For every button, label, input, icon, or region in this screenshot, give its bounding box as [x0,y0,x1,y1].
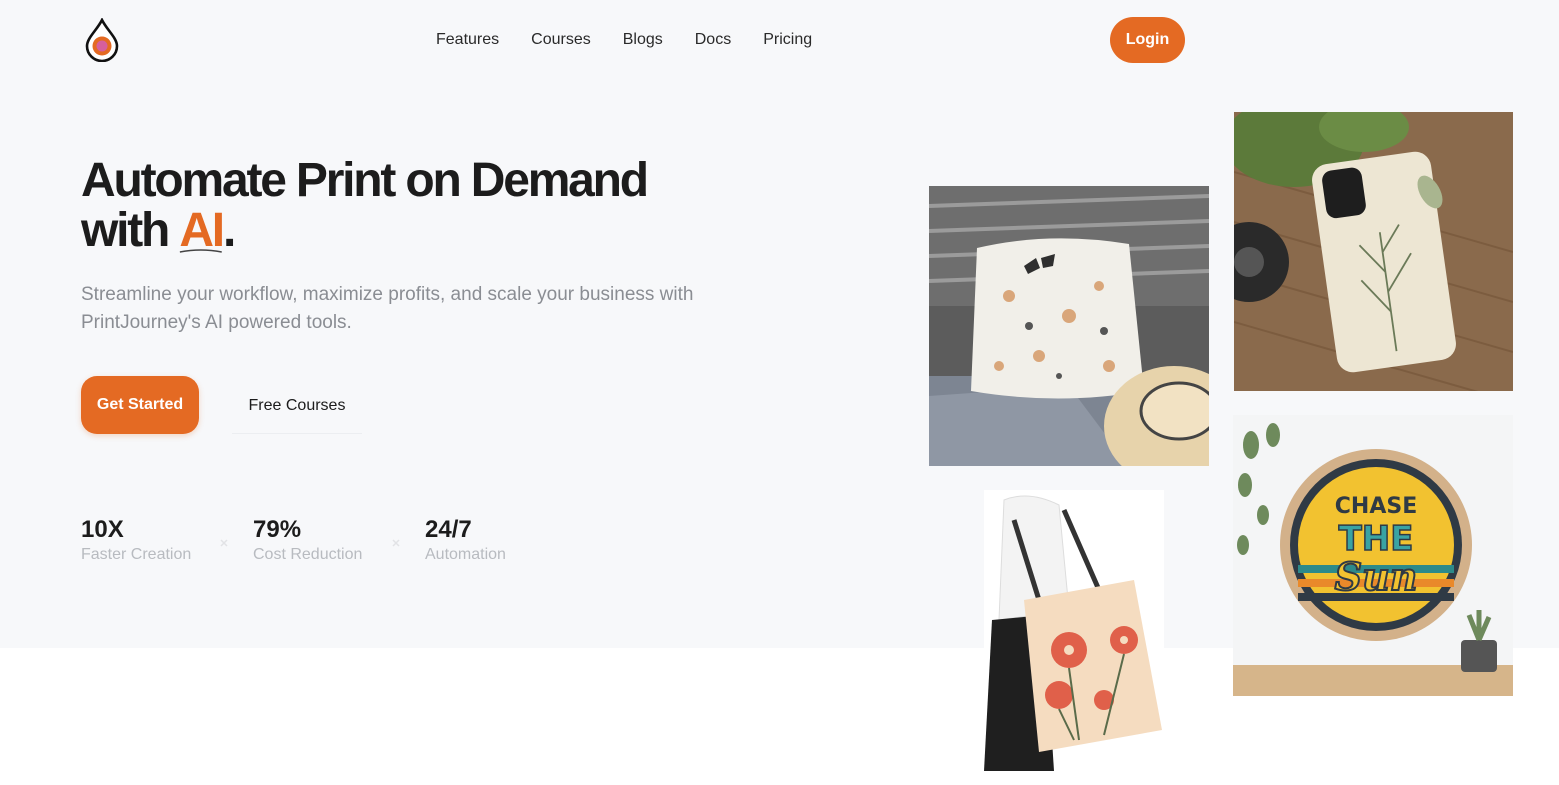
logo-link[interactable] [84,17,120,63]
hero-subheadline: Streamline your workflow, maximize profi… [81,284,694,333]
sparkle-icon [220,539,228,547]
nav-features[interactable]: Features [436,30,499,50]
nav-docs[interactable]: Docs [695,30,731,50]
clock-text-sun: Sun [1335,554,1418,599]
chase-the-sun-clock-image: CHASE THE Sun [1233,415,1513,696]
stat-value: 24/7 [425,516,472,543]
highlight-underline-icon [180,249,223,253]
sparkle-icon [392,539,400,547]
clock-text-chase: CHASE [1335,494,1417,519]
headline-prefix: with [81,204,180,257]
headline-line-1: Automate Print on Demand [81,154,649,207]
botanical-phone-case-image [1234,112,1513,391]
stat-label: Faster Creation [81,546,192,563]
stat-label: Automation [425,546,506,563]
butterfly-pillow-image [929,186,1209,466]
stats-row: 10X Faster Creation 79% Cost Reduction 2… [81,516,597,564]
nav-pricing[interactable]: Pricing [763,30,812,50]
headline-suffix: . [222,204,236,257]
hero-headline: Automate Print on Demand with AI. [81,156,781,256]
get-started-button[interactable]: Get Started [81,376,199,434]
login-button[interactable]: Login [1110,17,1185,63]
headline-highlight: AI [179,206,225,256]
nav-courses[interactable]: Courses [531,30,591,50]
main-nav: Features Courses Blogs Docs Pricing [436,30,812,50]
stat-item: 10X Faster Creation [81,516,253,564]
nav-blogs[interactable]: Blogs [623,30,663,50]
stat-item: 24/7 Automation [425,516,597,564]
stat-item: 79% Cost Reduction [253,516,425,564]
free-courses-button[interactable]: Free Courses [232,378,362,434]
floral-tote-bag-image [984,490,1164,771]
stat-label: Cost Reduction [253,546,363,563]
landing-page: Features Courses Blogs Docs Pricing Logi… [0,0,1559,785]
clock-text-the: THE [1339,519,1414,559]
droplet-logo-icon [85,17,119,63]
